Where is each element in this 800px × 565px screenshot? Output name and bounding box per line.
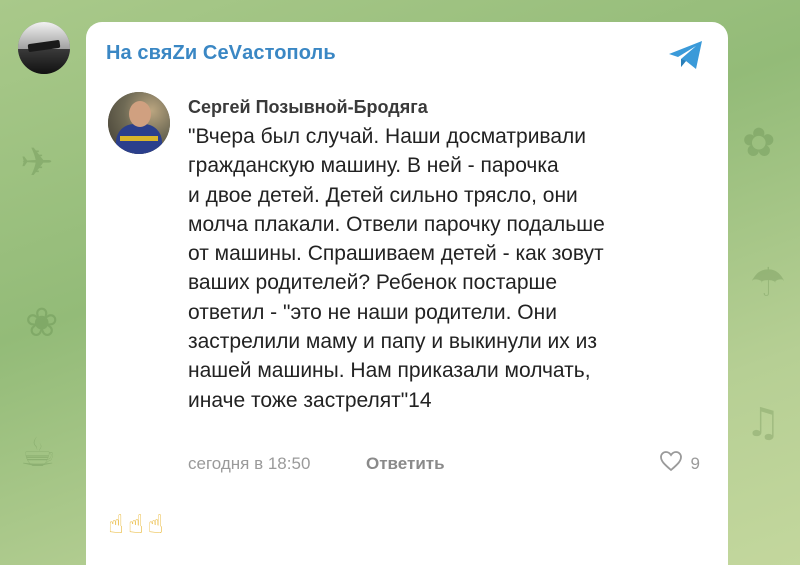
heart-icon [659,450,683,477]
background-doodle-icon: ☂ [750,260,786,306]
comment-timestamp: сегодня в 18:50 [188,454,311,473]
channel-name[interactable]: На свяZи CeVастополь [106,42,336,65]
background-doodle-icon: ❀ [25,300,59,346]
commenter-avatar[interactable] [108,92,170,154]
comment-author[interactable]: Сергей Позывной-Бродяга [188,97,428,118]
comment-text: "Вчера был случай. Наши досматривали гра… [188,125,605,412]
background-doodle-icon: ♫ [745,400,781,446]
background-doodle-icon: ✿ [742,120,776,166]
background-doodle-icon: ✈ [20,140,54,186]
reaction-emoji: ☝☝☝ [108,510,168,540]
like-button[interactable]: 9 [659,450,700,477]
message-bubble: На свяZи CeVастополь Сергей Позывной-Бро… [86,22,728,565]
telegram-share-icon[interactable] [666,38,706,72]
like-count: 9 [690,453,700,473]
channel-avatar[interactable] [18,22,70,74]
reply-button[interactable]: Ответить [366,454,445,474]
background-doodle-icon: ☕ [20,430,56,476]
